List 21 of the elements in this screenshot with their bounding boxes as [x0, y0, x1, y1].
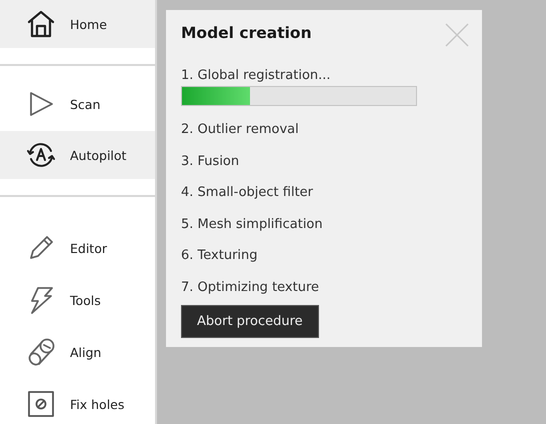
step-label: 4. Small-object filter	[181, 184, 314, 202]
sidebar-item[interactable]: Align	[0, 328, 155, 376]
house-icon	[26, 9, 56, 39]
sidebar-item[interactable]: Scan	[0, 80, 155, 128]
step-label: 2. Outlier removal	[181, 121, 300, 139]
cylinder-icon	[26, 337, 56, 367]
sidebar-item[interactable]: Fix holes	[0, 380, 155, 424]
step-label: 5. Mesh simplification	[181, 216, 324, 234]
autopilot-icon	[26, 140, 56, 170]
step-label: 3. Fusion	[181, 152, 240, 170]
holes-icon	[26, 389, 56, 419]
sidebar-item[interactable]: Autopilot	[0, 131, 155, 179]
step-label: 6. Texturing	[181, 247, 259, 265]
abort-button[interactable]: Abort procedure	[181, 305, 319, 338]
sidebar-item[interactable]: Editor	[0, 224, 155, 272]
dialog-title: Model creation	[181, 24, 312, 44]
close-icon[interactable]	[445, 23, 469, 47]
sidebar-item[interactable]: Home	[0, 0, 155, 48]
sidebar-item[interactable]: Tools	[0, 276, 155, 324]
step-label: 7. Optimizing texture	[181, 278, 320, 296]
step-label: 1. Global registration...	[181, 67, 332, 85]
